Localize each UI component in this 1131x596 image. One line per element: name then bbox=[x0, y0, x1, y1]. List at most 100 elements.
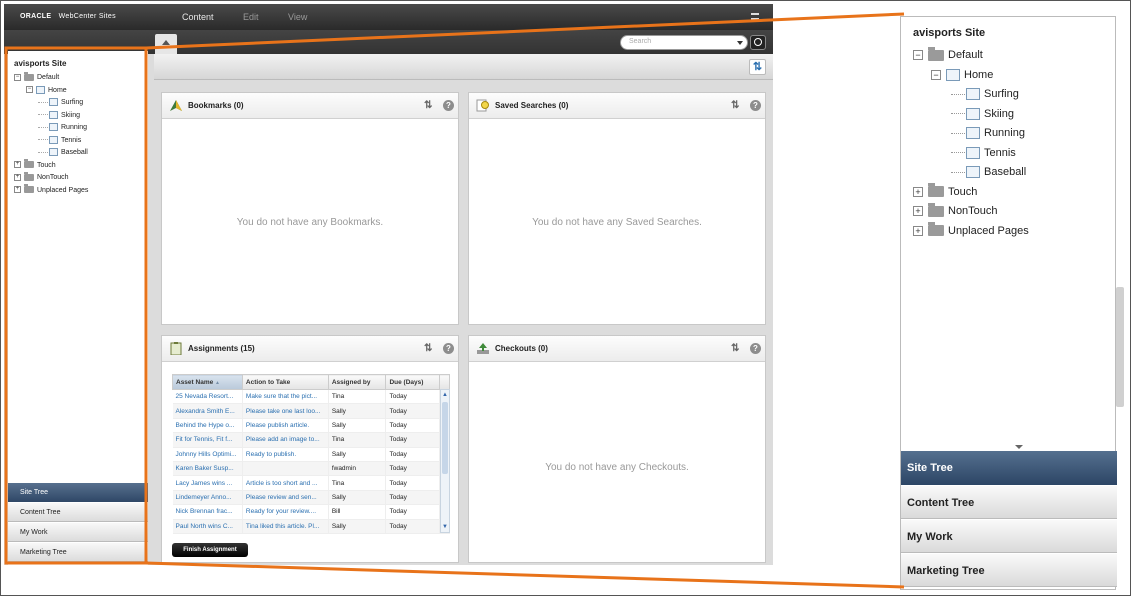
tree-node-unplaced-pages[interactable]: + Unplaced Pages bbox=[913, 222, 1029, 242]
search-icon[interactable] bbox=[750, 35, 766, 50]
action-cell[interactable]: Tina liked this article. Pl... bbox=[242, 519, 329, 534]
expand-icon[interactable]: + bbox=[913, 225, 923, 236]
accordion-site-tree[interactable]: Site Tree bbox=[901, 451, 1117, 485]
tree-node-surfing[interactable]: Surfing bbox=[913, 85, 1029, 105]
help-icon[interactable]: ? bbox=[750, 100, 761, 111]
help-icon[interactable]: ? bbox=[443, 100, 454, 111]
collapse-icon[interactable]: − bbox=[26, 86, 33, 94]
tree-node-nontouch[interactable]: + NonTouch bbox=[14, 171, 88, 185]
accordion-content-tree[interactable]: Content Tree bbox=[901, 485, 1117, 519]
table-row[interactable]: Fit for Tennis, Fit f... Please add an im… bbox=[172, 432, 450, 448]
tree-node-touch[interactable]: + Touch bbox=[14, 159, 88, 173]
table-row[interactable]: 25 Nevada Resort... Make sure that the pi… bbox=[172, 389, 450, 405]
nav-content[interactable]: Content bbox=[182, 12, 214, 22]
search-input[interactable]: Search bbox=[620, 35, 748, 50]
accordion-my-work[interactable]: My Work bbox=[901, 519, 1117, 553]
refresh-icon[interactable]: ⇅ bbox=[424, 101, 435, 111]
action-cell[interactable]: Make sure that the pict... bbox=[242, 389, 329, 405]
expand-icon[interactable]: + bbox=[14, 161, 21, 169]
home-tab-icon[interactable] bbox=[155, 34, 177, 54]
tree-node-surfing[interactable]: Surfing bbox=[14, 97, 88, 110]
assigned-by-cell: Sally bbox=[328, 403, 387, 419]
action-cell[interactable]: Please add an image to... bbox=[242, 432, 329, 448]
assigned-by-cell: Bill bbox=[328, 504, 387, 520]
asset-name-cell[interactable]: Alexandra Smith E... bbox=[172, 403, 243, 419]
tree-node-skiing[interactable]: Skiing bbox=[14, 110, 88, 123]
tree-node-touch[interactable]: + Touch bbox=[913, 183, 1029, 203]
asset-name-cell[interactable]: Karen Baker Susp... bbox=[172, 461, 243, 477]
asset-name-cell[interactable]: Nick Brennan frac... bbox=[172, 504, 243, 520]
asset-name-cell[interactable]: Lacy James wins ... bbox=[172, 475, 243, 491]
tree-node-default[interactable]: − Default bbox=[913, 46, 1029, 66]
tree-node-baseball[interactable]: Baseball bbox=[14, 147, 88, 160]
search-dropdown-icon[interactable] bbox=[737, 41, 743, 45]
column-action[interactable]: Action to Take bbox=[241, 374, 329, 390]
action-cell[interactable]: Please publish article. bbox=[242, 418, 329, 434]
nav-view[interactable]: View bbox=[288, 12, 307, 22]
refresh-all-icon[interactable]: ⇅ bbox=[749, 59, 766, 75]
tree-node-running[interactable]: Running bbox=[14, 122, 88, 135]
expand-icon[interactable]: + bbox=[913, 206, 923, 217]
column-assigned-by[interactable]: Assigned by bbox=[327, 374, 387, 390]
action-cell[interactable]: Ready for your review.... bbox=[242, 504, 329, 520]
accordion-my-work[interactable]: My Work bbox=[8, 522, 148, 542]
collapse-icon[interactable]: − bbox=[931, 69, 941, 80]
tree-node-tennis[interactable]: Tennis bbox=[913, 144, 1029, 164]
nav-edit[interactable]: Edit bbox=[243, 12, 259, 22]
tree-node-home[interactable]: − Home bbox=[913, 66, 1029, 86]
refresh-icon[interactable]: ⇅ bbox=[424, 344, 435, 354]
menu-icon[interactable] bbox=[751, 13, 759, 20]
asset-name-cell[interactable]: Johnny Hills Optimi... bbox=[172, 447, 243, 462]
expand-icon[interactable]: + bbox=[14, 186, 21, 194]
column-due[interactable]: Due (Days) bbox=[385, 374, 441, 390]
table-row[interactable]: Paul North wins C... Tina liked this arti… bbox=[172, 519, 450, 534]
tree-node-baseball[interactable]: Baseball bbox=[913, 163, 1029, 183]
refresh-icon[interactable]: ⇅ bbox=[731, 101, 742, 111]
collapse-icon[interactable]: − bbox=[913, 50, 923, 61]
action-cell[interactable]: Article is too short and ... bbox=[242, 475, 329, 491]
table-row[interactable]: Johnny Hills Optimi... Ready to publish. S… bbox=[172, 447, 450, 462]
table-scrollbar[interactable]: ▲ ▼ bbox=[440, 389, 450, 533]
refresh-icon[interactable]: ⇅ bbox=[731, 344, 742, 354]
action-cell[interactable]: Ready to publish. bbox=[242, 447, 329, 462]
asset-name-cell[interactable]: Behind the Hype o... bbox=[172, 418, 243, 434]
tree-node-running[interactable]: Running bbox=[913, 124, 1029, 144]
table-row[interactable]: Karen Baker Susp... fwadmin Today bbox=[172, 461, 450, 477]
scroll-down-icon[interactable]: ▼ bbox=[442, 523, 448, 531]
scroll-thumb[interactable] bbox=[442, 402, 448, 474]
asset-name-cell[interactable]: 25 Nevada Resort... bbox=[172, 389, 243, 405]
asset-name-cell[interactable]: Lindemeyer Anno... bbox=[172, 490, 243, 506]
action-cell[interactable]: Please review and sen... bbox=[242, 490, 329, 506]
table-row[interactable]: Nick Brennan frac... Ready for your revie… bbox=[172, 504, 450, 520]
expand-icon[interactable]: + bbox=[913, 186, 923, 197]
finish-assignment-button[interactable]: Finish Assignment bbox=[172, 543, 248, 557]
tree-node-home[interactable]: − Home bbox=[14, 85, 88, 98]
accordion-site-tree[interactable]: Site Tree bbox=[8, 482, 148, 502]
tree-node-tennis[interactable]: Tennis bbox=[14, 135, 88, 148]
folder-icon bbox=[24, 159, 34, 169]
accordion-content-tree[interactable]: Content Tree bbox=[8, 502, 148, 522]
table-row[interactable]: Alexandra Smith E... Please take one last… bbox=[172, 403, 450, 419]
tree-node-skiing[interactable]: Skiing bbox=[913, 105, 1029, 125]
help-icon[interactable]: ? bbox=[750, 343, 761, 354]
asset-name-cell[interactable]: Fit for Tennis, Fit f... bbox=[172, 432, 243, 448]
zoomed-site-tree: avisports Site − Default − Home Surfing Sk… bbox=[913, 27, 1029, 241]
tree-node-nontouch[interactable]: + NonTouch bbox=[913, 202, 1029, 222]
column-asset-name[interactable]: Asset Name ▲ bbox=[172, 374, 243, 390]
tree-node-unplaced-pages[interactable]: + Unplaced Pages bbox=[14, 184, 88, 198]
asset-name-cell[interactable]: Paul North wins C... bbox=[172, 519, 243, 534]
table-row[interactable]: Lindemeyer Anno... Please review and sen.… bbox=[172, 490, 450, 506]
action-cell[interactable] bbox=[242, 461, 329, 477]
splitter-arrow-icon[interactable] bbox=[1015, 445, 1023, 449]
action-cell[interactable]: Please take one last loo... bbox=[242, 403, 329, 419]
collapse-icon[interactable]: − bbox=[14, 73, 21, 81]
sidebar-resize-handle[interactable] bbox=[1116, 287, 1124, 407]
table-row[interactable]: Behind the Hype o... Please publish artic… bbox=[172, 418, 450, 434]
accordion-marketing-tree[interactable]: Marketing Tree bbox=[901, 553, 1117, 587]
accordion-marketing-tree[interactable]: Marketing Tree bbox=[8, 542, 148, 562]
help-icon[interactable]: ? bbox=[443, 343, 454, 354]
expand-icon[interactable]: + bbox=[14, 173, 21, 181]
scroll-up-icon[interactable]: ▲ bbox=[442, 391, 448, 399]
tree-node-default[interactable]: − Default bbox=[14, 71, 88, 85]
table-row[interactable]: Lacy James wins ... Article is too short … bbox=[172, 475, 450, 491]
